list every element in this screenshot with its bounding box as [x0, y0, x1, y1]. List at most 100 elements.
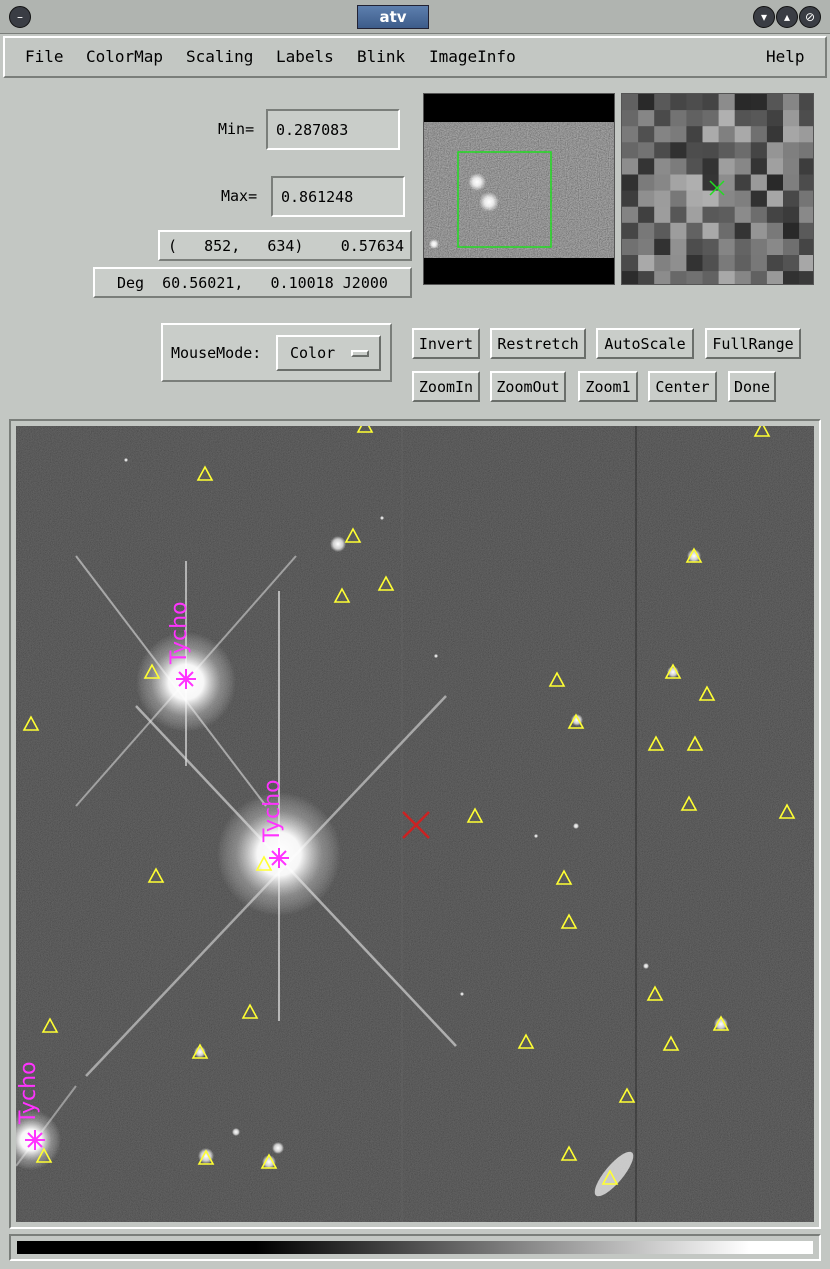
star	[380, 516, 384, 520]
mousemode-label: MouseMode:	[171, 344, 262, 362]
zoom-pixel	[702, 142, 720, 159]
zoom-pixel	[734, 271, 752, 284]
menu-blink[interactable]: Blink	[357, 47, 405, 66]
zoom-pixel	[799, 110, 813, 127]
zoom-pixel	[638, 142, 655, 159]
maximize-icon[interactable]: ▴	[776, 6, 798, 28]
tycho-label: Tycho	[260, 779, 285, 843]
invert-button[interactable]: Invert	[412, 328, 480, 359]
wcs-coords: Deg 60.56021, 0.10018 J2000	[117, 274, 388, 292]
zoom-pixel	[622, 238, 639, 256]
zoom-pixel	[686, 271, 703, 284]
zoom-pixel	[766, 94, 784, 111]
min-field[interactable]: 0.287083	[266, 109, 400, 150]
zoom-pixel	[766, 110, 784, 127]
zoom-pixel	[638, 158, 655, 175]
zoom-pixel	[622, 190, 639, 208]
zoom-pixel	[686, 142, 703, 159]
menu-file[interactable]: File	[25, 47, 64, 66]
zoom-pixel	[670, 238, 687, 256]
mousemode-select[interactable]: Color	[276, 335, 381, 371]
zoom-pixel	[766, 222, 784, 240]
menu-labels[interactable]: Labels	[276, 47, 334, 66]
done-button[interactable]: Done	[728, 371, 776, 402]
star	[460, 992, 464, 996]
autoscale-button[interactable]: AutoScale	[596, 328, 694, 359]
minimize-icon[interactable]: ▾	[753, 6, 775, 28]
zoom-pixel	[734, 158, 752, 175]
max-field[interactable]: 0.861248	[271, 176, 405, 217]
zoom-pixel	[654, 206, 671, 224]
close-icon[interactable]: ⊘	[799, 6, 821, 28]
star	[714, 1017, 728, 1031]
menu-imageinfo[interactable]: ImageInfo	[429, 47, 516, 66]
fullrange-button[interactable]: FullRange	[705, 328, 801, 359]
zoom-pixel	[686, 190, 703, 208]
zoom-pixel	[718, 142, 736, 159]
zoom-pixel	[718, 126, 736, 143]
zoom-pixel	[622, 158, 639, 175]
zoom-pixel	[702, 126, 720, 143]
zoom-pixel	[799, 271, 813, 284]
zoom-pixel	[670, 158, 687, 175]
zoom-pixel	[750, 174, 768, 192]
zoom-pixel	[750, 238, 768, 256]
pan-star	[479, 192, 499, 212]
menu-scaling[interactable]: Scaling	[186, 47, 253, 66]
center-button[interactable]: Center	[648, 371, 717, 402]
zoom-pixel	[750, 271, 768, 284]
zoom-pixel	[686, 255, 703, 272]
zoom-pixel	[702, 110, 720, 127]
zoom-pixel	[654, 238, 671, 256]
colorbar	[17, 1241, 813, 1254]
zoom-pixel	[638, 190, 655, 208]
zoom-pixel	[654, 271, 671, 284]
zoom-pixel	[686, 110, 703, 127]
zoomin-button[interactable]: ZoomIn	[412, 371, 480, 402]
menu-help[interactable]: Help	[766, 47, 805, 66]
zoom-pixel	[654, 142, 671, 159]
zoom-pixel	[766, 142, 784, 159]
zoom-pixel	[670, 271, 687, 284]
zoom-pixel	[622, 255, 639, 272]
zoom-pixel	[750, 110, 768, 127]
zoom-pixel	[799, 238, 813, 256]
zoom-pixel	[750, 222, 768, 240]
zoom-pixel	[766, 206, 784, 224]
pan-star	[429, 239, 439, 249]
zoom-pixel	[750, 126, 768, 143]
zoom-pixel	[686, 206, 703, 224]
zoom-pixel	[766, 271, 784, 284]
zoom-pixel	[654, 255, 671, 272]
restretch-button[interactable]: Restretch	[490, 328, 586, 359]
zoom-pixel	[686, 158, 703, 175]
pan-star	[468, 173, 486, 191]
zoom-pixel	[783, 110, 800, 127]
pan-window[interactable]	[423, 93, 615, 285]
zoom1-button[interactable]: Zoom1	[578, 371, 638, 402]
zoom-pixel	[622, 222, 639, 240]
star	[232, 1128, 240, 1136]
zoom-pixel	[654, 222, 671, 240]
zoom-pixel	[799, 158, 813, 175]
zoom-pixel	[702, 238, 720, 256]
tycho-label: Tycho	[167, 601, 192, 665]
zoom-pixel	[734, 142, 752, 159]
menu-colormap[interactable]: ColorMap	[86, 47, 163, 66]
zoom-pixel	[783, 271, 800, 284]
zoomout-button[interactable]: ZoomOut	[490, 371, 566, 402]
zoom-pixel	[783, 174, 800, 192]
main-image[interactable]: Tycho Tycho Tycho	[16, 426, 814, 1222]
zoom-pixel	[654, 174, 671, 192]
zoom-pixel	[734, 238, 752, 256]
zoom-pixel	[702, 158, 720, 175]
zoom-pixel	[766, 174, 784, 192]
zoom-pixel	[799, 222, 813, 240]
main-image-canvas[interactable]: Tycho Tycho Tycho	[16, 426, 814, 1222]
zoom-pixel	[654, 94, 671, 111]
star	[687, 549, 701, 563]
window-menu-icon[interactable]: –	[9, 6, 31, 28]
mousemode-group: MouseMode: Color	[161, 323, 392, 382]
zoom-pixel	[622, 206, 639, 224]
menu-bar: File ColorMap Scaling Labels Blink Image…	[3, 36, 827, 78]
